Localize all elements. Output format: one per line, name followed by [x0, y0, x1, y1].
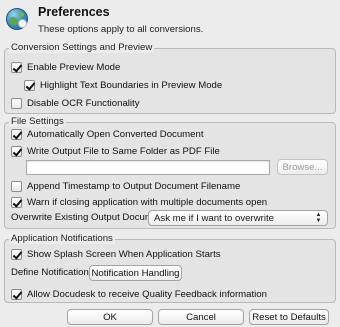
highlight-boundaries-label: Highlight Text Boundaries in Preview Mod…: [40, 80, 223, 91]
write-same-folder-label: Write Output File to Same Folder as PDF …: [27, 146, 220, 157]
splash-screen-label: Show Splash Screen When Application Star…: [27, 249, 221, 260]
file-settings-title: File Settings: [9, 116, 66, 127]
quality-feedback-label: Allow Docudesk to receive Quality Feedba…: [27, 289, 267, 300]
overwrite-select[interactable]: Ask me if I want to overwrite ▲ ▼: [148, 210, 328, 226]
disable-ocr-row[interactable]: Disable OCR Functionality: [11, 97, 140, 110]
browse-button[interactable]: Browse...: [277, 159, 328, 175]
cancel-button[interactable]: Cancel: [158, 309, 244, 325]
highlight-boundaries-checkbox[interactable]: [24, 80, 35, 91]
warn-closing-checkbox[interactable]: [11, 197, 22, 208]
enable-preview-label: Enable Preview Mode: [27, 62, 121, 73]
overwrite-select-value: Ask me if I want to overwrite: [154, 212, 274, 224]
dialog-title: Preferences: [38, 5, 110, 19]
highlight-boundaries-row[interactable]: Highlight Text Boundaries in Preview Mod…: [24, 79, 222, 92]
overwrite-label: Overwrite Existing Output Document:: [11, 212, 169, 223]
select-arrows-icon: ▲ ▼: [315, 212, 322, 224]
ok-button[interactable]: OK: [67, 309, 153, 325]
conversion-settings-title: Conversion Settings and Preview: [9, 42, 155, 53]
warn-closing-label: Warn if closing application with multipl…: [27, 197, 268, 208]
notification-handling-button[interactable]: Notification Handling: [89, 265, 182, 281]
reset-to-defaults-button[interactable]: Reset to Defaults: [249, 309, 329, 325]
auto-open-checkbox[interactable]: [11, 129, 22, 140]
docudesk-globe-icon: [6, 8, 28, 30]
append-timestamp-checkbox[interactable]: [11, 181, 22, 192]
globe-badge: [18, 19, 27, 28]
splash-screen-row[interactable]: Show Splash Screen When Application Star…: [11, 248, 221, 261]
warn-closing-row[interactable]: Warn if closing application with multipl…: [11, 196, 267, 209]
globe-land-shape: [9, 17, 18, 25]
dialog-subtitle: These options apply to all conversions.: [38, 24, 204, 35]
write-same-folder-row[interactable]: Write Output File to Same Folder as PDF …: [11, 145, 220, 158]
write-same-folder-checkbox[interactable]: [11, 146, 22, 157]
disable-ocr-checkbox[interactable]: [11, 98, 22, 109]
enable-preview-row[interactable]: Enable Preview Mode: [11, 61, 120, 74]
quality-feedback-checkbox[interactable]: [11, 289, 22, 300]
notifications-title: Application Notifications: [9, 233, 115, 244]
define-notifications-label: Define Notifications:: [11, 267, 97, 278]
append-timestamp-label: Append Timestamp to Output Document File…: [27, 181, 241, 192]
auto-open-label: Automatically Open Converted Document: [27, 129, 204, 140]
output-path-field[interactable]: [26, 160, 270, 175]
globe-land-shape: [18, 12, 24, 17]
quality-feedback-row[interactable]: Allow Docudesk to receive Quality Feedba…: [11, 288, 267, 301]
disable-ocr-label: Disable OCR Functionality: [27, 98, 140, 109]
enable-preview-checkbox[interactable]: [11, 62, 22, 73]
append-timestamp-row[interactable]: Append Timestamp to Output Document File…: [11, 180, 240, 193]
splash-screen-checkbox[interactable]: [11, 249, 22, 260]
auto-open-row[interactable]: Automatically Open Converted Document: [11, 128, 204, 141]
